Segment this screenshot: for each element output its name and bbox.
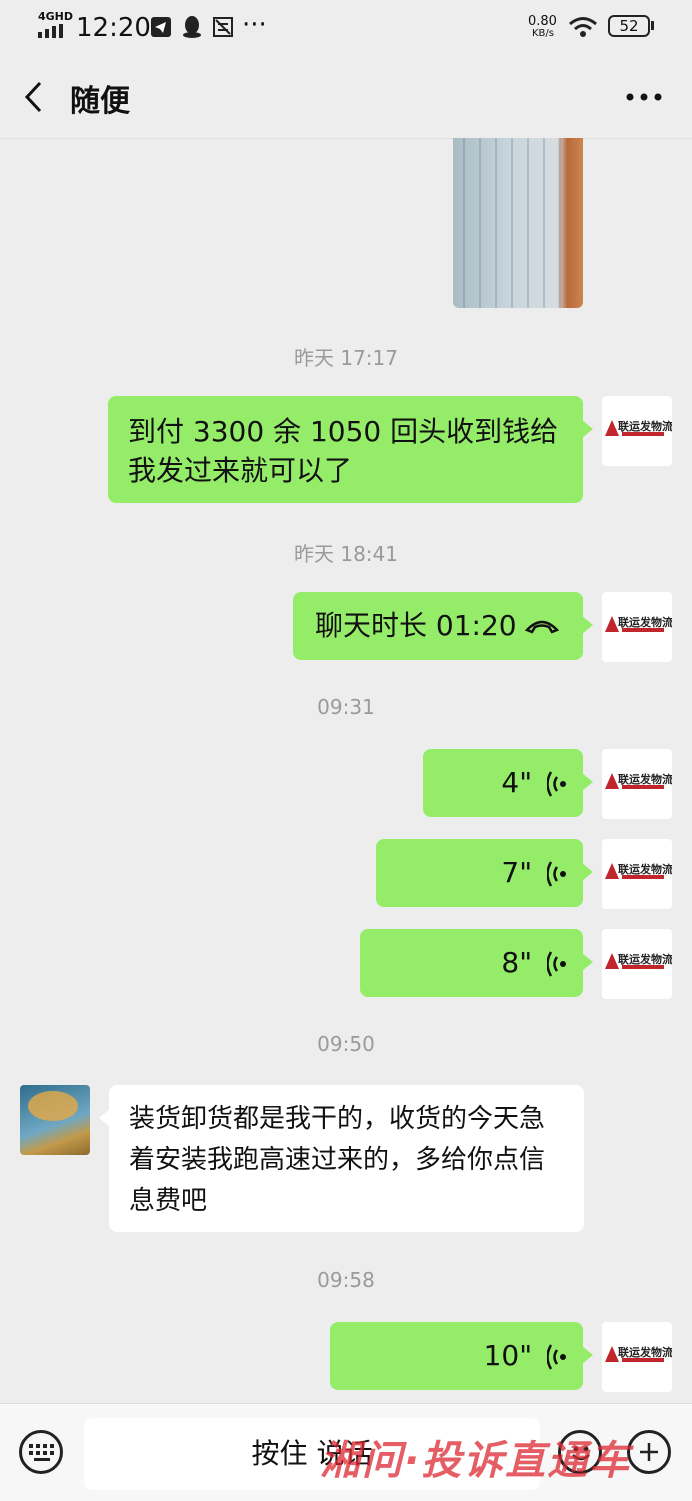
voice-message[interactable]: 4" xyxy=(423,749,593,817)
clock: 12:20 xyxy=(76,13,151,43)
logo-mark-icon xyxy=(605,773,619,789)
logo-mark-icon xyxy=(605,616,619,632)
voice-duration: 4" xyxy=(501,766,533,799)
sent-text-message[interactable]: 到付 3300 余 1050 回头收到钱给我发过来就可以了 xyxy=(108,396,593,503)
more-options-icon[interactable] xyxy=(626,92,662,102)
logo-stripe xyxy=(622,628,664,632)
image-detail xyxy=(463,138,563,308)
call-duration-text: 聊天时长 01:20 xyxy=(315,609,517,642)
self-avatar[interactable]: 联运发物流 xyxy=(602,396,672,466)
add-more-icon[interactable] xyxy=(627,1430,671,1474)
qq-icon xyxy=(183,16,201,38)
voice-duration: 8" xyxy=(501,946,533,979)
logo-stripe xyxy=(622,432,664,436)
message-text: 装货卸货都是我干的，收货的今天急着安装我跑高速过来的，多给你点信息费吧 xyxy=(129,1104,546,1216)
voice-duration: 7" xyxy=(501,856,533,889)
voice-wave-icon xyxy=(546,861,566,887)
self-avatar[interactable]: 联运发物流 xyxy=(602,929,672,999)
speed-value: 0.80 xyxy=(528,14,557,29)
wifi-icon xyxy=(569,17,597,37)
avatar-foliage xyxy=(28,1091,78,1121)
logo-mark-icon xyxy=(605,420,619,436)
logo-stripe xyxy=(622,965,664,969)
notification-icon xyxy=(213,17,233,37)
logo-stripe xyxy=(622,875,664,879)
phone-handset-icon xyxy=(525,620,559,634)
network-type: 4GHD xyxy=(38,10,74,23)
timestamp: 09:58 xyxy=(317,1268,375,1292)
status-bar: 4GHD 12:20 ··· 0.80 KB/s 52 xyxy=(0,0,692,56)
call-record-message[interactable]: 聊天时长 01:20 xyxy=(293,592,593,660)
timestamp: 昨天 17:17 xyxy=(294,346,398,370)
battery-level: 52 xyxy=(619,17,639,35)
self-avatar[interactable]: 联运发物流 xyxy=(602,592,672,662)
voice-message[interactable]: 8" xyxy=(360,929,593,997)
voice-message[interactable]: 7" xyxy=(376,839,593,907)
timestamp: 昨天 18:41 xyxy=(294,542,398,566)
back-arrow-icon[interactable] xyxy=(22,80,46,114)
timestamp: 09:31 xyxy=(317,695,375,719)
logo-mark-icon xyxy=(605,953,619,969)
logo-stripe xyxy=(622,785,664,789)
voice-wave-icon xyxy=(546,951,566,977)
speed-unit: KB/s xyxy=(532,28,554,39)
battery-tip xyxy=(651,21,654,30)
contact-avatar[interactable] xyxy=(20,1085,90,1155)
voice-wave-icon xyxy=(546,1344,566,1370)
message-text: 到付 3300 余 1050 回头收到钱给我发过来就可以了 xyxy=(128,415,559,487)
voice-message[interactable]: 10" xyxy=(330,1322,593,1390)
telegram-icon xyxy=(151,17,171,37)
signal-icon xyxy=(38,24,63,38)
battery-icon: 52 xyxy=(608,15,650,37)
received-text-message[interactable]: 装货卸货都是我干的，收货的今天急着安装我跑高速过来的，多给你点信息费吧 xyxy=(99,1085,584,1232)
logo-stripe xyxy=(622,1358,664,1362)
self-avatar[interactable]: 联运发物流 xyxy=(602,749,672,819)
chat-title: 随便 xyxy=(70,84,130,119)
self-avatar[interactable]: 联运发物流 xyxy=(602,1322,672,1392)
self-avatar[interactable]: 联运发物流 xyxy=(602,839,672,909)
timestamp: 09:50 xyxy=(317,1032,375,1056)
logo-mark-icon xyxy=(605,1346,619,1362)
image-message[interactable] xyxy=(453,138,583,308)
voice-duration: 10" xyxy=(483,1339,533,1372)
watermark-text: 湘问·投诉直通车 xyxy=(320,1438,632,1484)
keyboard-toggle-icon[interactable] xyxy=(19,1430,63,1474)
title-bar: 随便 xyxy=(0,56,692,139)
more-notifications-icon: ··· xyxy=(242,10,267,40)
logo-mark-icon xyxy=(605,863,619,879)
voice-wave-icon xyxy=(546,771,566,797)
